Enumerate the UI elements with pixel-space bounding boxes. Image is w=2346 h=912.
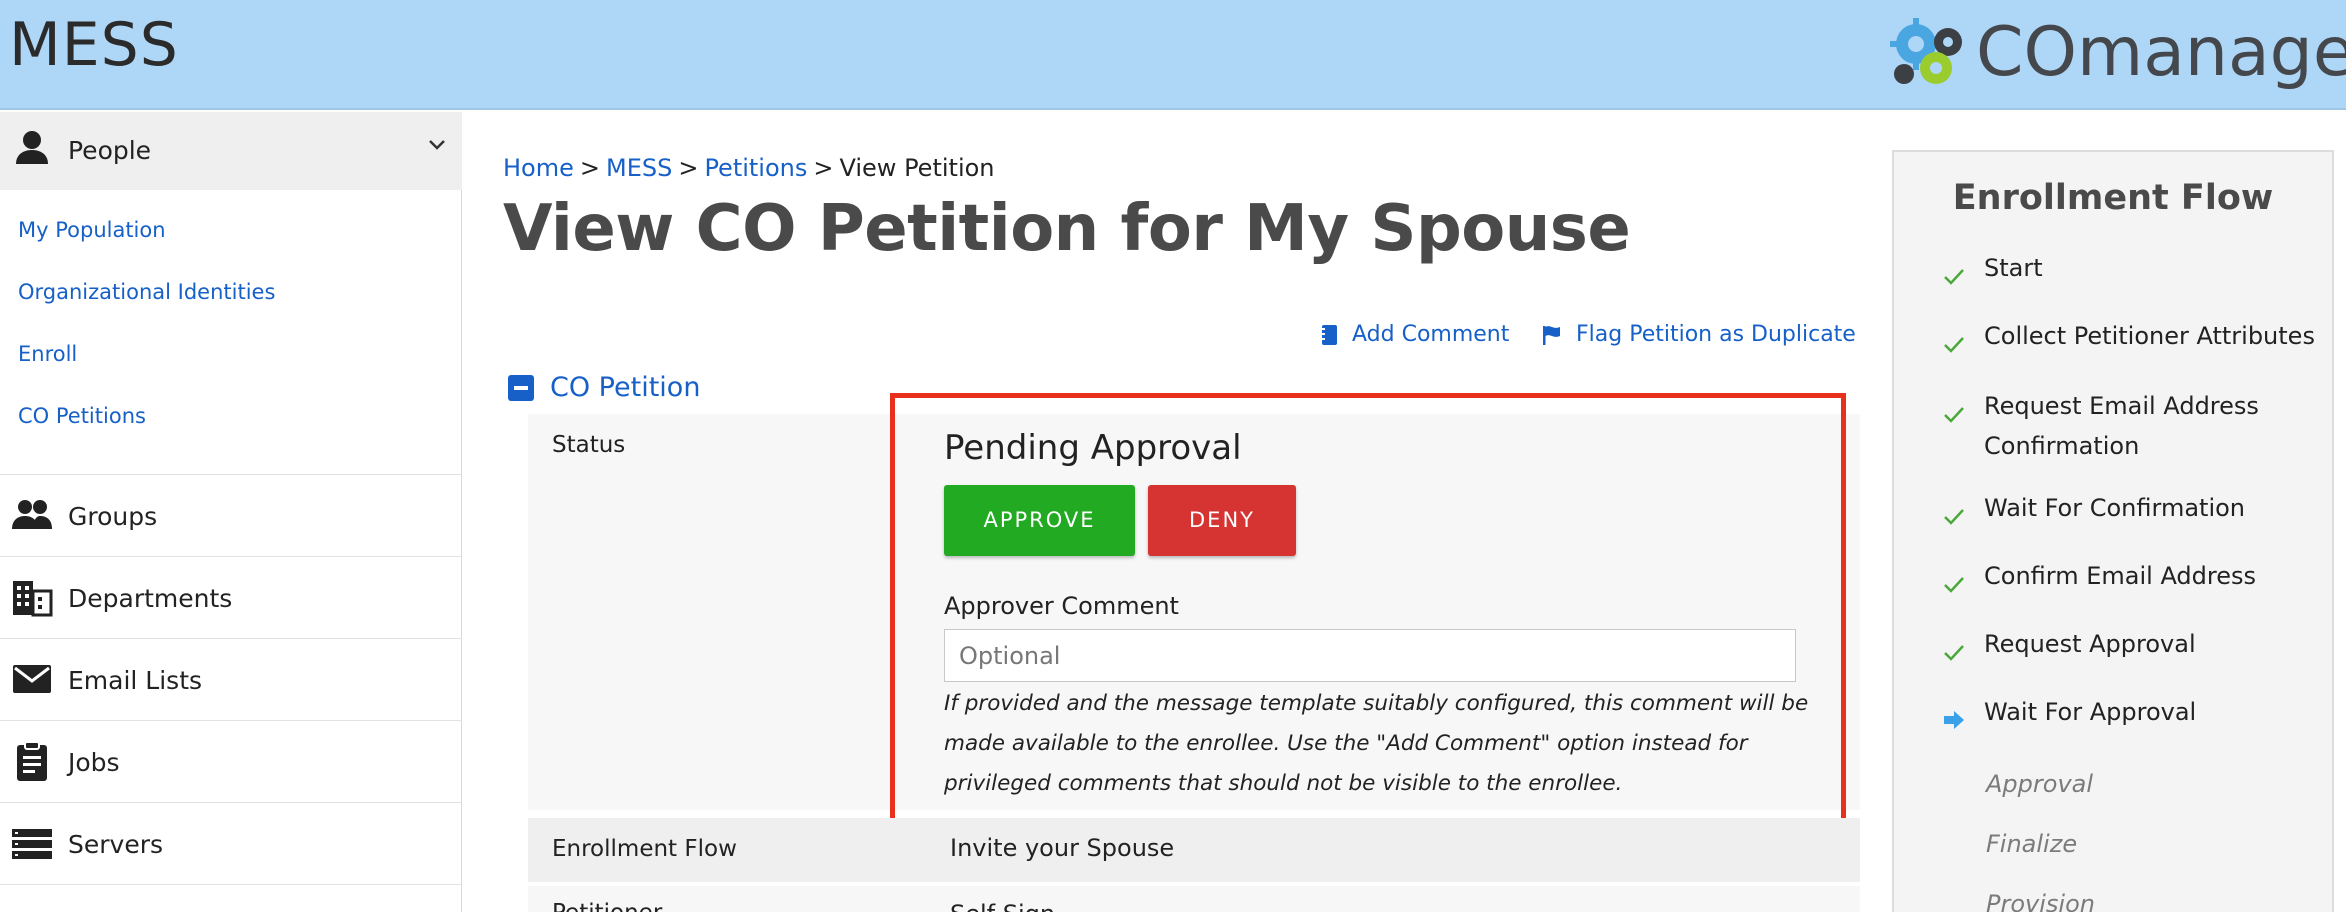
- brand-name: COmanage: [1976, 12, 2346, 92]
- status-label: Status: [552, 432, 626, 458]
- flow-step-collect-attributes: Collect Petitioner Attributes: [1984, 322, 2315, 350]
- enrollment-flow-value: Invite your Spouse: [950, 834, 1175, 862]
- sidebar: People My Population Organizational Iden…: [0, 112, 462, 912]
- breadcrumb-petitions[interactable]: Petitions: [704, 154, 807, 182]
- chevron-down-icon[interactable]: [426, 134, 448, 156]
- sidebar-link-enroll[interactable]: Enroll: [18, 342, 77, 366]
- check-icon: [1944, 577, 1964, 593]
- breadcrumb-separator: >: [678, 154, 699, 182]
- sidebar-item-groups[interactable]: Groups: [0, 475, 462, 555]
- sidebar-item-people[interactable]: People: [0, 112, 462, 190]
- flow-step-wait-confirmation: Wait For Confirmation: [1984, 494, 2246, 522]
- app-title[interactable]: MESS: [9, 10, 179, 80]
- flow-step-request-approval: Request Approval: [1984, 630, 2196, 658]
- breadcrumb-home[interactable]: Home: [503, 154, 574, 182]
- status-value: Pending Approval: [944, 428, 1242, 468]
- sidebar-link-org-identities[interactable]: Organizational Identities: [18, 280, 275, 304]
- groups-icon: [12, 500, 52, 529]
- sidebar-link-my-population[interactable]: My Population: [18, 218, 166, 242]
- check-icon: [1944, 269, 1964, 285]
- approve-button[interactable]: APPROVE: [944, 485, 1135, 556]
- flag-icon: [1543, 325, 1560, 345]
- page-title: View CO Petition for My Spouse: [503, 192, 1631, 266]
- collapse-icon[interactable]: [508, 374, 534, 401]
- approver-comment-help: If provided and the message template sui…: [944, 691, 1809, 796]
- sidebar-item-email-lists[interactable]: Email Lists: [0, 639, 462, 719]
- sidebar-item-label: Jobs: [68, 748, 120, 777]
- approver-comment-label: Approver Comment: [944, 592, 1179, 620]
- sidebar-item-label: Departments: [68, 584, 233, 613]
- add-comment-label: Add Comment: [1352, 322, 1510, 347]
- petitioner-row: Petitioner Self Sign: [528, 886, 1860, 912]
- sidebar-item-servers[interactable]: Servers: [0, 803, 462, 883]
- flow-step-start: Start: [1984, 254, 2043, 282]
- breadcrumb-current: View Petition: [839, 154, 995, 182]
- person-icon: [16, 131, 48, 164]
- deny-button[interactable]: DENY: [1148, 485, 1296, 556]
- breadcrumb: Home > MESS > Petitions > View Petition: [503, 154, 995, 182]
- servers-icon: [12, 829, 52, 859]
- enrollment-flow-label: Enrollment Flow: [552, 836, 737, 862]
- sidebar-link-co-petitions[interactable]: CO Petitions: [18, 404, 146, 428]
- section-co-petition[interactable]: CO Petition: [508, 372, 700, 403]
- top-header: MESS COmanage TM: [0, 0, 2346, 110]
- flag-duplicate-button[interactable]: Flag Petition as Duplicate: [1542, 322, 1856, 347]
- divider: [0, 884, 462, 885]
- sidebar-item-label: Servers: [68, 830, 164, 859]
- flow-step-wait-approval: Wait For Approval: [1984, 698, 2197, 726]
- approver-comment-input[interactable]: [944, 629, 1796, 682]
- flag-duplicate-label: Flag Petition as Duplicate: [1576, 322, 1856, 347]
- check-icon: [1944, 645, 1964, 661]
- enrollment-flow-row: Enrollment Flow Invite your Spouse: [528, 818, 1860, 882]
- petitioner-label: Petitioner: [552, 900, 662, 912]
- petitioner-value: Self Sign: [950, 900, 1055, 912]
- sidebar-item-label: Email Lists: [68, 666, 203, 695]
- flow-step-finalize: Finalize: [1986, 830, 2078, 858]
- sidebar-item-label: People: [68, 136, 152, 165]
- check-icon: [1944, 337, 1964, 353]
- check-icon: [1944, 509, 1964, 525]
- arrow-right-icon: [1944, 711, 1964, 729]
- check-icon: [1944, 407, 1964, 423]
- breadcrumb-separator: >: [813, 154, 834, 182]
- breadcrumb-separator: >: [579, 154, 600, 182]
- building-icon: [13, 581, 53, 617]
- flow-step-approval: Approval: [1986, 770, 2094, 798]
- notebook-icon: [1320, 324, 1337, 345]
- sidebar-item-departments[interactable]: Departments: [0, 557, 462, 637]
- email-icon: [13, 665, 51, 693]
- clipboard-icon: [17, 741, 47, 781]
- sidebar-item-label: Groups: [68, 502, 158, 531]
- flow-step-confirm-email: Confirm Email Address: [1984, 562, 2257, 590]
- add-comment-button[interactable]: Add Comment: [1320, 322, 1509, 347]
- breadcrumb-co[interactable]: MESS: [606, 154, 672, 182]
- flow-step-request-email-confirmation: Request Email Address Confirmation: [1984, 392, 2259, 460]
- sidebar-item-jobs[interactable]: Jobs: [0, 721, 462, 801]
- comanage-logo[interactable]: COmanage TM: [1888, 12, 2346, 92]
- enrollment-flow-title: Enrollment Flow: [1952, 178, 2274, 218]
- gears-icon: [1890, 18, 1962, 84]
- enrollment-flow-panel: Enrollment Flow Start Collect Petitioner…: [1892, 150, 2334, 912]
- flow-step-provision: Provision: [1986, 890, 2095, 912]
- section-title: CO Petition: [550, 372, 701, 403]
